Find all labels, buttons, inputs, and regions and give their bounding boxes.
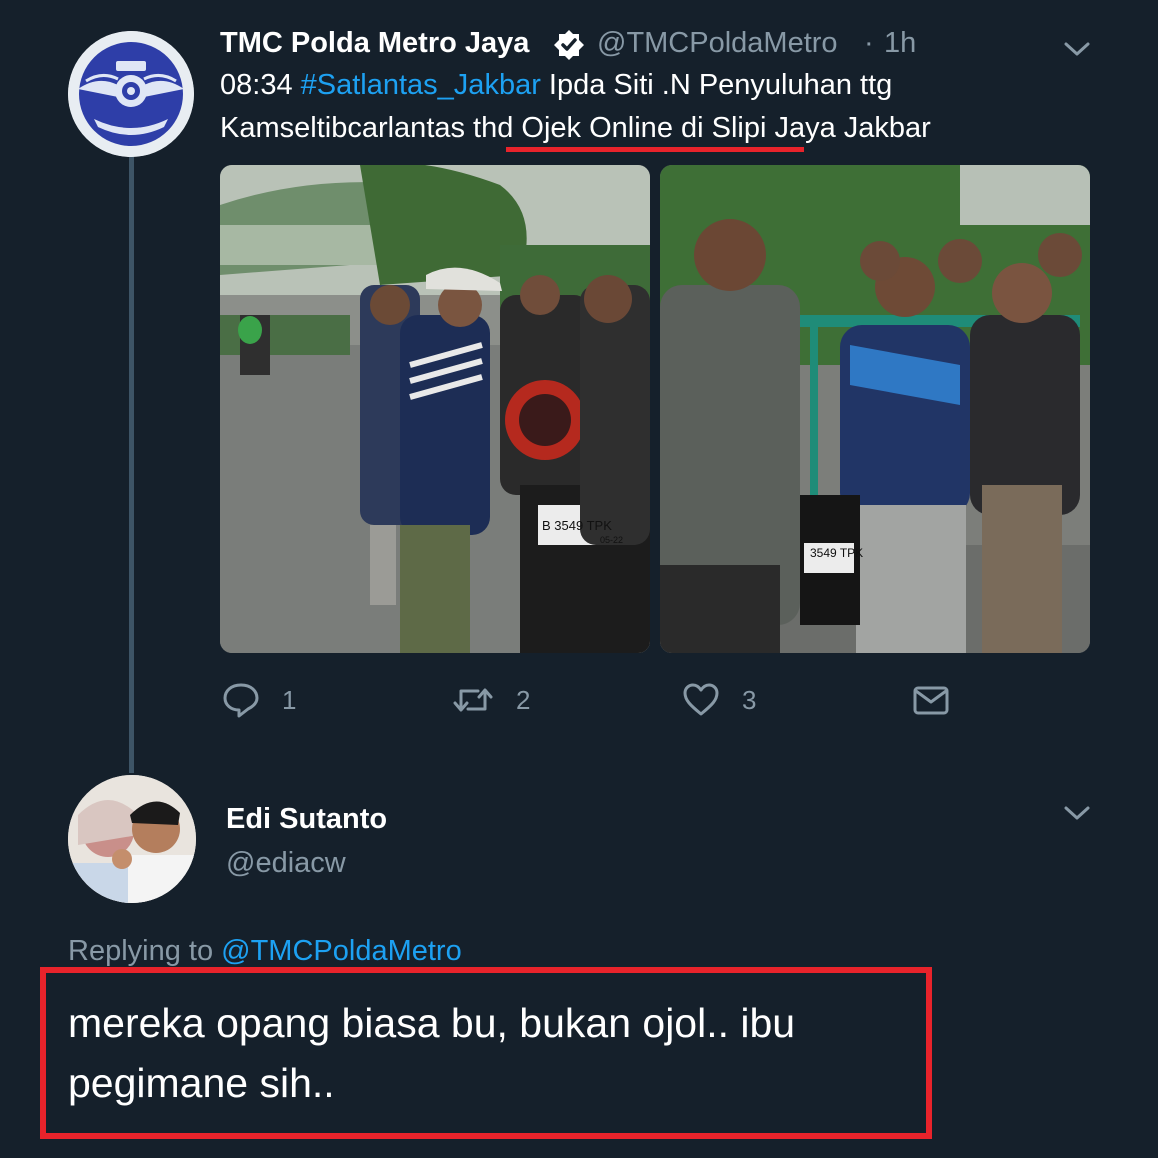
police-emblem-icon <box>68 31 194 157</box>
retweet-action[interactable]: 2 <box>452 680 530 720</box>
tweet-photo-2[interactable]: 3549 TPK <box>660 165 1090 653</box>
tmc-avatar[interactable] <box>68 31 194 157</box>
verified-badge-icon <box>554 30 584 60</box>
tweet-text-prefix: 08:34 <box>220 69 301 101</box>
reply-author-name[interactable]: Edi Sutanto <box>226 803 387 836</box>
chevron-down-icon[interactable] <box>1062 803 1092 823</box>
tweet-text: 08:34 #Satlantas_Jakbar Ipda Siti .N Pen… <box>220 64 1100 150</box>
heart-icon <box>683 683 719 716</box>
reply-count: 1 <box>282 684 297 715</box>
plate-number-1-sub: 05-22 <box>600 535 623 545</box>
plate-number-2: 3549 TPK <box>810 546 863 560</box>
like-count: 3 <box>742 684 757 715</box>
tweet-photo-1[interactable]: B 3549 TPK 05-22 <box>220 165 650 653</box>
tweet-time-separator: · <box>864 27 874 59</box>
reply-action[interactable]: 1 <box>222 680 296 720</box>
tweet-author-handle[interactable]: @TMCPoldaMetro <box>597 27 838 60</box>
chevron-down-icon[interactable] <box>1062 39 1092 59</box>
reply-text: mereka opang biasa bu, bukan ojol.. ibu … <box>68 1000 796 1106</box>
tweet-author-name[interactable]: TMC Polda Metro Jaya <box>220 27 529 60</box>
replying-to-mention[interactable]: @TMCPoldaMetro <box>221 935 462 967</box>
reply-icon <box>223 683 259 718</box>
thread-line <box>129 153 134 773</box>
retweet-icon <box>453 688 493 712</box>
retweet-count: 2 <box>516 684 531 715</box>
highlight-underline <box>506 147 804 152</box>
edi-avatar[interactable] <box>68 775 196 903</box>
mail-icon <box>913 686 949 715</box>
hashtag-link[interactable]: #Satlantas_Jakbar <box>301 69 541 101</box>
share-action[interactable] <box>912 680 950 720</box>
like-action[interactable]: 3 <box>682 680 756 720</box>
reply-author-handle[interactable]: @ediacw <box>226 847 346 880</box>
replying-to: Replying to @TMCPoldaMetro <box>68 935 462 968</box>
user-photo-icon <box>68 775 196 903</box>
tweet-time[interactable]: 1h <box>884 27 916 60</box>
replying-to-label: Replying to <box>68 935 222 967</box>
plate-number-1: B 3549 TPK <box>542 518 612 533</box>
